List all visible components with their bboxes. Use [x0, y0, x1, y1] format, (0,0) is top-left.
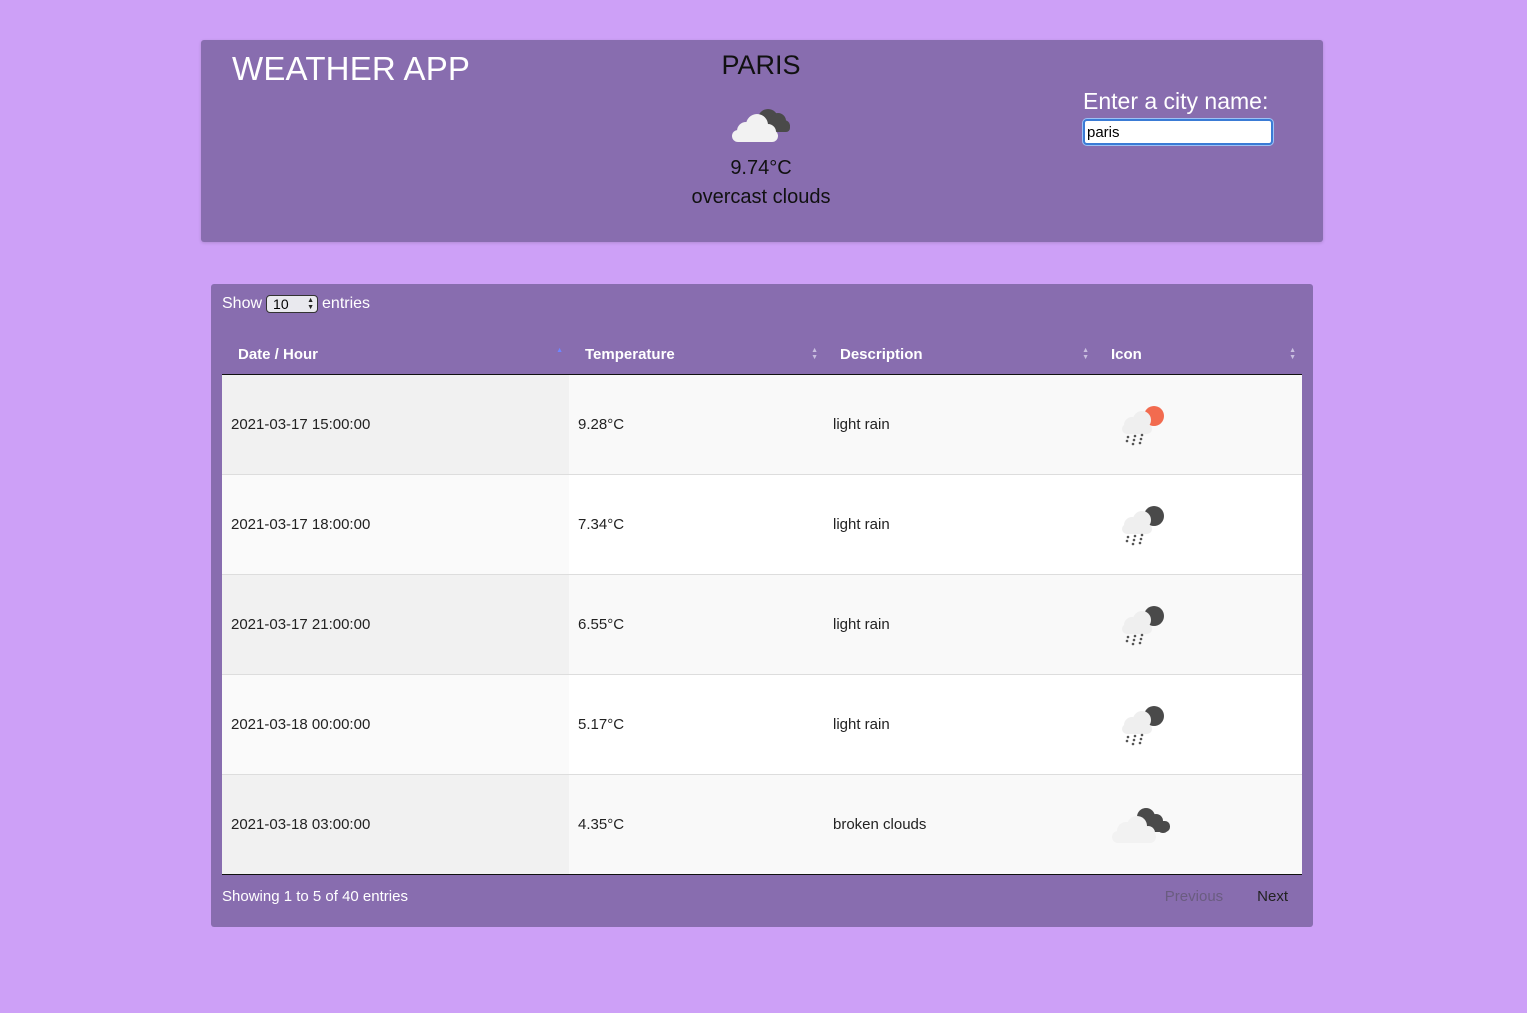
rain-night-icon: [1122, 605, 1164, 645]
cell-icon: [1095, 374, 1302, 475]
app-title: WEATHER APP: [232, 50, 471, 87]
table-row: 2021-03-18 03:00:00 4.35°C broken clouds: [222, 774, 1302, 875]
cell-date: 2021-03-18 03:00:00: [222, 774, 569, 875]
rain-sun-icon: [1122, 405, 1164, 445]
table-row: 2021-03-18 00:00:00 5.17°C light rain: [222, 674, 1302, 775]
previous-button[interactable]: Previous: [1165, 888, 1223, 905]
cell-temperature: 6.55°C: [569, 574, 824, 675]
table-row: 2021-03-17 18:00:00 7.34°C light rain: [222, 474, 1302, 575]
cell-date: 2021-03-17 15:00:00: [222, 374, 569, 475]
rain-night-icon: [1122, 705, 1164, 745]
column-header-temperature[interactable]: Temperature ▲ ▼: [569, 334, 824, 375]
cell-description: light rain: [824, 574, 1095, 675]
cell-icon: [1095, 774, 1302, 875]
sort-both-icon: ▲ ▼: [811, 347, 818, 361]
show-label: Show: [222, 295, 263, 312]
column-header-icon[interactable]: Icon ▲ ▼: [1095, 334, 1302, 375]
city-search-input[interactable]: [1083, 119, 1273, 145]
cell-icon: [1095, 674, 1302, 775]
city-search: Enter a city name:: [1083, 88, 1273, 145]
cell-temperature: 9.28°C: [569, 374, 824, 475]
cell-icon: [1095, 474, 1302, 575]
entries-length-value: 10: [273, 296, 289, 312]
pagination: Previous Next: [1165, 888, 1288, 905]
length-control: Show 10 ▲ ▼ entries: [222, 295, 370, 313]
column-header-description[interactable]: Description ▲ ▼: [824, 334, 1095, 375]
city-search-label: Enter a city name:: [1083, 88, 1269, 114]
cell-temperature: 7.34°C: [569, 474, 824, 575]
cell-date: 2021-03-18 00:00:00: [222, 674, 569, 775]
entries-length-select[interactable]: 10 ▲ ▼: [266, 295, 319, 313]
cell-temperature: 5.17°C: [569, 674, 824, 775]
current-temperature: 9.74°C: [730, 157, 792, 179]
column-header-date[interactable]: Date / Hour ▲: [222, 334, 569, 375]
entries-label: entries: [322, 295, 371, 312]
table-info: Showing 1 to 5 of 40 entries: [222, 888, 408, 905]
forecast-table-card: Show 10 ▲ ▼ entries Date / Hour ▲ Tempera…: [211, 284, 1313, 927]
cell-date: 2021-03-17 21:00:00: [222, 574, 569, 675]
current-description: overcast clouds: [691, 186, 831, 208]
cell-description: light rain: [824, 374, 1095, 475]
forecast-table: Date / Hour ▲ Temperature ▲ ▼ Description…: [222, 334, 1302, 875]
rain-night-icon: [1122, 505, 1164, 545]
sort-both-icon: ▲ ▼: [1082, 347, 1089, 361]
cell-date: 2021-03-17 18:00:00: [222, 474, 569, 575]
cell-description: broken clouds: [824, 774, 1095, 875]
table-header-row: Date / Hour ▲ Temperature ▲ ▼ Description…: [222, 334, 1302, 375]
cell-description: light rain: [824, 674, 1095, 775]
table-row: 2021-03-17 21:00:00 6.55°C light rain: [222, 574, 1302, 675]
header-card: WEATHER APP PARIS 9.74°C overcast clouds…: [201, 40, 1323, 242]
select-arrows-icon: ▲ ▼: [307, 297, 315, 311]
city-name: PARIS: [721, 50, 801, 80]
broken-clouds-icon: [1112, 807, 1170, 843]
table-row: 2021-03-17 15:00:00 9.28°C light rain: [222, 374, 1302, 475]
sort-both-icon: ▲ ▼: [1289, 347, 1296, 361]
overcast-clouds-icon: [732, 109, 790, 142]
cell-temperature: 4.35°C: [569, 774, 824, 875]
current-weather: PARIS 9.74°C overcast clouds: [661, 50, 861, 209]
cell-description: light rain: [824, 474, 1095, 575]
next-button[interactable]: Next: [1257, 888, 1288, 905]
sort-asc-icon: ▲: [556, 347, 563, 354]
cell-icon: [1095, 574, 1302, 675]
